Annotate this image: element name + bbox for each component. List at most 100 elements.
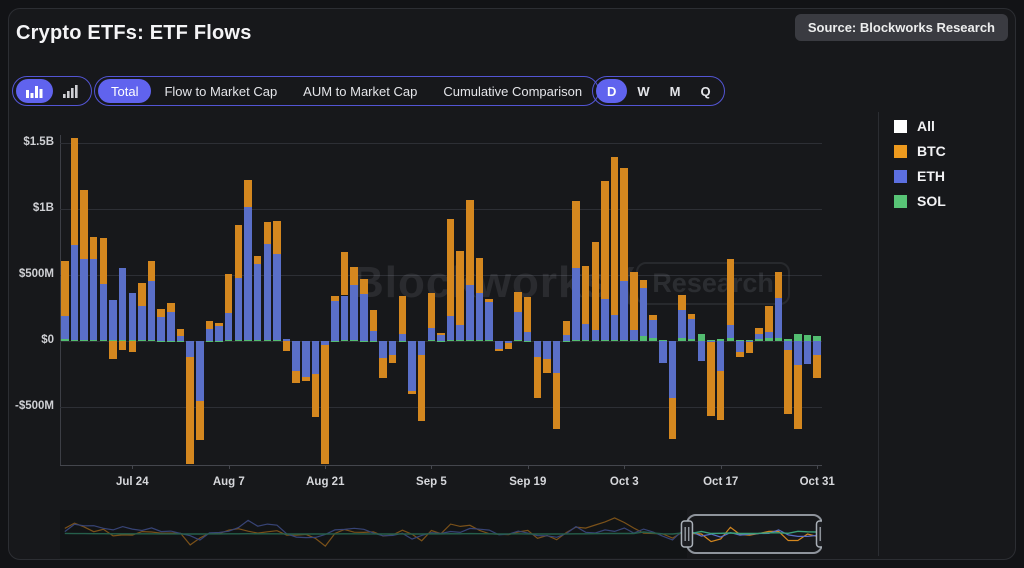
plot-area[interactable] (60, 135, 822, 465)
bar-segment-btc[interactable] (746, 342, 754, 353)
bar-segment-eth[interactable] (727, 325, 735, 338)
bar-segment-btc[interactable] (138, 283, 146, 306)
bar-segment-eth[interactable] (543, 341, 551, 359)
bar-segment-btc[interactable] (129, 341, 137, 352)
bar-segment-eth[interactable] (495, 341, 503, 349)
bar-segment-btc[interactable] (341, 252, 349, 296)
bar-segment-btc[interactable] (534, 357, 542, 399)
bar-segment-sol[interactable] (157, 341, 165, 342)
bar-segment-eth[interactable] (736, 341, 744, 352)
bar-segment-sol[interactable] (428, 340, 436, 341)
bar-segment-btc[interactable] (717, 371, 725, 420)
bar-segment-btc[interactable] (331, 296, 339, 301)
bar-segment-sol[interactable] (177, 341, 185, 342)
bar-segment-btc[interactable] (292, 371, 300, 383)
bar-segment-eth[interactable] (428, 328, 436, 341)
bar-segment-btc[interactable] (524, 297, 532, 332)
bar-segment-btc[interactable] (264, 222, 272, 244)
bar-segment-eth[interactable] (90, 259, 98, 340)
bar-segment-sol[interactable] (794, 334, 802, 341)
bar-segment-eth[interactable] (80, 259, 88, 340)
bar-segment-eth[interactable] (350, 285, 358, 340)
bar-segment-eth[interactable] (331, 301, 339, 341)
bar-segment-sol[interactable] (563, 341, 571, 342)
bar-segment-sol[interactable] (206, 341, 214, 342)
bar-segment-eth[interactable] (186, 341, 194, 358)
bar-segment-eth[interactable] (254, 264, 262, 340)
bar-segment-eth[interactable] (225, 313, 233, 341)
bar-segment-sol[interactable] (167, 341, 175, 342)
bar-segment-eth[interactable] (524, 332, 532, 341)
bar-segment-eth[interactable] (389, 341, 397, 355)
bar-segment-btc[interactable] (630, 272, 638, 330)
bar-segment-btc[interactable] (196, 401, 204, 440)
bar-segment-eth[interactable] (794, 341, 802, 365)
bar-segment-eth[interactable] (138, 306, 146, 340)
bar-segment-btc[interactable] (167, 303, 175, 312)
bar-segment-btc[interactable] (283, 341, 291, 352)
bar-segment-eth[interactable] (784, 341, 792, 350)
bar-segment-btc[interactable] (505, 343, 513, 350)
bar-segment-btc[interactable] (592, 242, 600, 330)
bar-segment-eth[interactable] (775, 298, 783, 338)
bar-segment-eth[interactable] (476, 293, 484, 340)
view-tab-flow-to-market-cap[interactable]: Flow to Market Cap (151, 84, 290, 99)
bar-segment-sol[interactable] (138, 340, 146, 341)
bar-segment-btc[interactable] (71, 138, 79, 245)
bar-segment-eth[interactable] (678, 310, 686, 338)
bar-segment-btc[interactable] (360, 279, 368, 294)
bar-segment-btc[interactable] (755, 328, 763, 334)
bar-segment-sol[interactable] (611, 340, 619, 341)
bar-segment-eth[interactable] (379, 341, 387, 358)
bar-segment-eth[interactable] (360, 294, 368, 340)
bar-segment-sol[interactable] (244, 340, 252, 341)
bar-segment-btc[interactable] (688, 314, 696, 319)
bar-segment-sol[interactable] (640, 336, 648, 341)
bar-segment-btc[interactable] (485, 299, 493, 302)
bar-segment-eth[interactable] (514, 312, 522, 340)
bar-segment-sol[interactable] (620, 340, 628, 341)
bar-segment-btc[interactable] (601, 181, 609, 299)
view-tab-aum-to-market-cap[interactable]: AUM to Market Cap (290, 84, 430, 99)
bar-segment-btc[interactable] (90, 237, 98, 259)
bar-segment-eth[interactable] (119, 268, 127, 340)
bar-segment-eth[interactable] (302, 341, 310, 377)
bar-segment-btc[interactable] (456, 251, 464, 325)
bar-segment-btc[interactable] (408, 391, 416, 394)
bar-segment-sol[interactable] (447, 340, 455, 341)
bar-segment-btc[interactable] (312, 374, 320, 418)
bar-segment-btc[interactable] (370, 310, 378, 332)
bar-segment-btc[interactable] (447, 219, 455, 315)
bar-segment-btc[interactable] (379, 358, 387, 378)
bar-segment-sol[interactable] (399, 341, 407, 342)
bar-segment-btc[interactable] (572, 201, 580, 268)
bar-segment-btc[interactable] (321, 345, 329, 464)
bar-segment-sol[interactable] (61, 339, 69, 341)
bar-segment-sol[interactable] (225, 340, 233, 341)
bar-segment-btc[interactable] (109, 341, 117, 359)
bar-segment-eth[interactable] (717, 341, 725, 371)
legend-item-eth[interactable]: ETH (894, 168, 946, 184)
bar-segment-sol[interactable] (215, 341, 223, 342)
bar-segment-sol[interactable] (514, 340, 522, 341)
bar-segment-btc[interactable] (678, 295, 686, 310)
bar-segment-eth[interactable] (196, 341, 204, 401)
bar-segment-sol[interactable] (582, 340, 590, 341)
bar-segment-btc[interactable] (273, 221, 281, 253)
bar-segment-eth[interactable] (167, 312, 175, 340)
bar-segment-sol[interactable] (90, 340, 98, 341)
bar-segment-eth[interactable] (215, 326, 223, 341)
legend-item-all[interactable]: All (894, 118, 946, 134)
bar-segment-sol[interactable] (601, 340, 609, 341)
bar-segment-eth[interactable] (485, 302, 493, 340)
bar-segment-eth[interactable] (765, 332, 773, 338)
bar-segment-eth[interactable] (611, 315, 619, 340)
bar-segment-eth[interactable] (582, 324, 590, 341)
bar-segment-btc[interactable] (177, 329, 185, 336)
bar-segment-sol[interactable] (437, 341, 445, 342)
bar-segment-btc[interactable] (611, 157, 619, 314)
bar-segment-eth[interactable] (553, 341, 561, 373)
bar-segment-btc[interactable] (244, 180, 252, 207)
bar-segment-btc[interactable] (157, 309, 165, 317)
bar-segment-eth[interactable] (755, 334, 763, 339)
